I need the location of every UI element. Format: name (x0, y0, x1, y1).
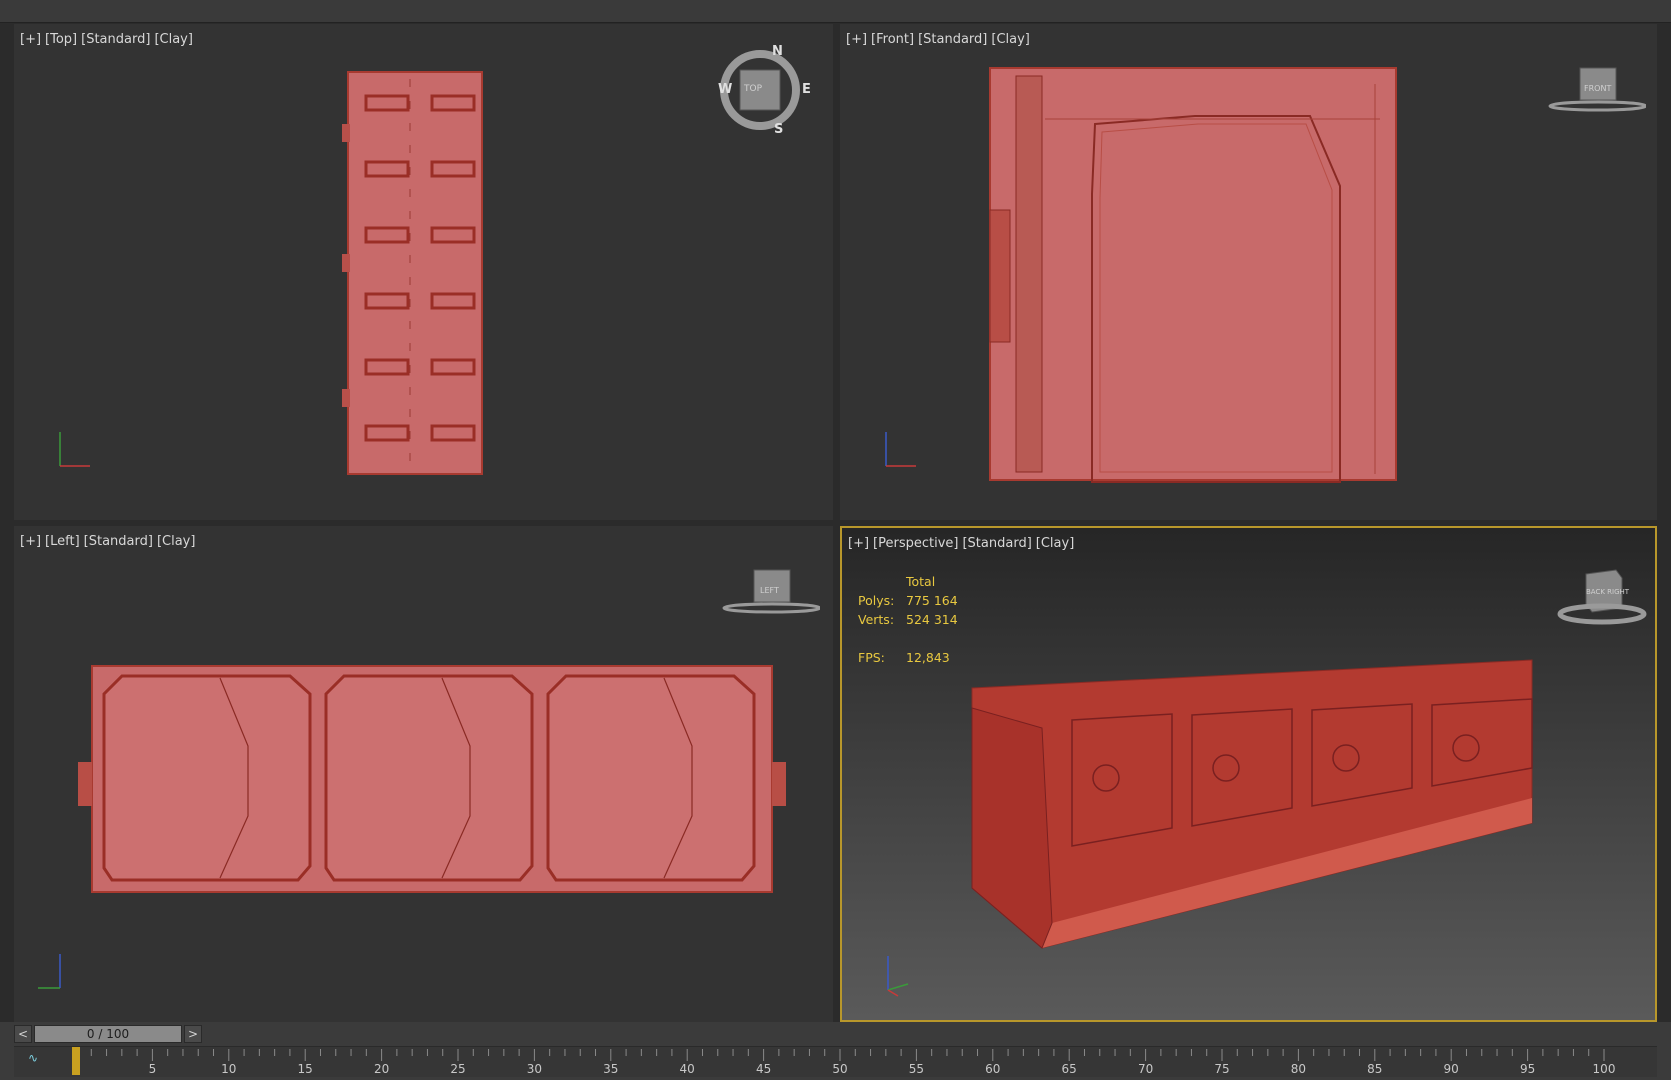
timeline-tick-label: 10 (221, 1062, 236, 1076)
timeline-tick-label: 30 (527, 1062, 542, 1076)
prev-frame-button[interactable]: < (14, 1025, 32, 1043)
wall-bay-panel (102, 674, 312, 882)
timeline-tick-label: 5 (149, 1062, 157, 1076)
timeline-tick-label: 20 (374, 1062, 389, 1076)
timeline-tick-label: 45 (756, 1062, 771, 1076)
timeline-tick-label: 40 (680, 1062, 695, 1076)
viewport-perspective[interactable]: [+] [Perspective] [Standard] [Clay] Total P… (840, 526, 1657, 1022)
timeline-tick-label: 90 (1444, 1062, 1459, 1076)
timeline-track[interactable]: ∿ 05101520253035404550556065707580859095… (14, 1046, 1657, 1077)
viewcube-face-label: FRONT (1584, 84, 1612, 93)
timeline-tick-label: 60 (985, 1062, 1000, 1076)
time-slider-marker (72, 1047, 80, 1075)
timeline-tick-label: 70 (1138, 1062, 1153, 1076)
timeline-tick-label: 95 (1520, 1062, 1535, 1076)
timeline-tick-label: 15 (298, 1062, 313, 1076)
axis-tripod-icon (38, 954, 61, 989)
axis-tripod-icon (887, 956, 909, 997)
next-frame-button[interactable]: > (184, 1025, 202, 1043)
top-toolbar-strip (0, 0, 1671, 23)
viewcube-face-label: BACK RIGHT (1586, 588, 1630, 596)
viewport-top[interactable]: [+] [Top] [Standard] [Clay] TOP N S E W (14, 24, 833, 520)
time-slider-thumb[interactable]: 0 / 100 (34, 1025, 182, 1043)
timeline-tick-label: 50 (832, 1062, 847, 1076)
wall-bay-panel (546, 674, 756, 882)
viewport-left[interactable]: [+] [Left] [Standard] [Clay] LEFT (14, 526, 833, 1022)
timeline-tick-label: 85 (1367, 1062, 1382, 1076)
perspective-view-model (971, 659, 1533, 949)
left-view-model (78, 665, 786, 893)
compass-north: N (772, 44, 783, 59)
viewcube-face-label: LEFT (760, 586, 779, 595)
viewcube-face-label: TOP (744, 84, 763, 94)
axis-tripod-icon (59, 432, 90, 467)
timeline-tick-label: 55 (909, 1062, 924, 1076)
timeline-ruler: 0510152025303540455055606570758085909510… (72, 1047, 1616, 1076)
time-slider[interactable]: < 0 / 100 > (14, 1025, 202, 1043)
compass-east: E (802, 82, 811, 97)
timeline-tick-label: 100 (1593, 1062, 1616, 1076)
timeline-tick-label: 75 (1214, 1062, 1229, 1076)
timeline-tick-label: 65 (1062, 1062, 1077, 1076)
timeline-tick-label: 80 (1291, 1062, 1306, 1076)
timeline-tick-label: 25 (450, 1062, 465, 1076)
axis-tripod-icon (885, 432, 916, 467)
front-view-model (989, 67, 1397, 483)
top-view-model (342, 71, 483, 475)
viewport-front[interactable]: [+] [Front] [Standard] [Clay] FRONT (840, 24, 1657, 520)
viewcube-perspective[interactable] (1546, 568, 1650, 628)
timeline-panel: < 0 / 100 > ∿ 05101520253035404550556065… (0, 1022, 1671, 1080)
compass-west: W (718, 82, 733, 97)
wall-bay-panel (324, 674, 534, 882)
compass-south: S (774, 122, 784, 137)
timeline-tick-label: 35 (603, 1062, 618, 1076)
